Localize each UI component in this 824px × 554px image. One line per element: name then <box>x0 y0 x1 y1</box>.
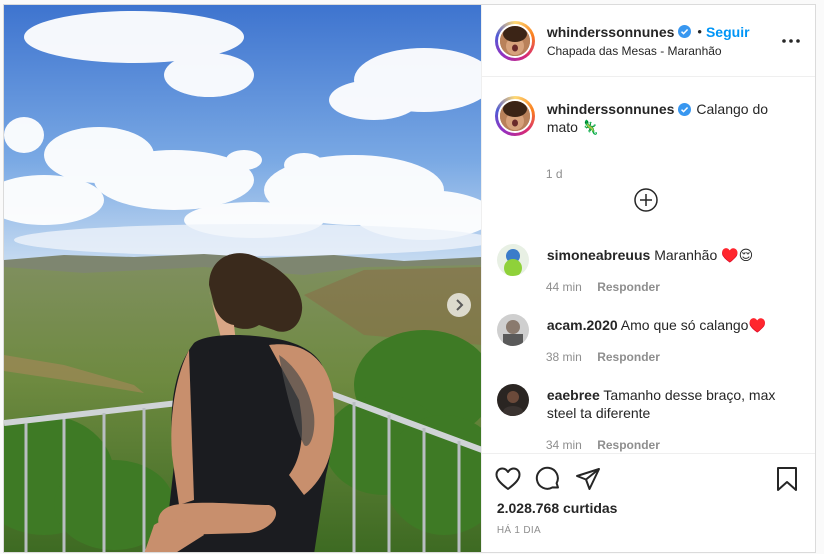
follow-button[interactable]: Seguir <box>706 24 750 40</box>
caption-time: 1 d <box>545 167 563 181</box>
header-top-row: whinderssonnunes • Seguir <box>547 24 750 40</box>
reply-button[interactable]: Responder <box>597 350 660 364</box>
comment-button[interactable] <box>535 466 561 492</box>
comment-meta: 38 min Responder <box>546 350 672 364</box>
verified-badge-icon <box>678 25 692 38</box>
comment-icon <box>535 466 559 490</box>
author-username[interactable]: whinderssonnunes <box>547 24 675 40</box>
like-button[interactable] <box>495 466 521 492</box>
comment-username[interactable]: acam.2020 <box>547 317 618 333</box>
separator-dot: • <box>697 24 702 39</box>
likes-count[interactable]: 2.028.768 curtidas <box>497 500 618 516</box>
post-actions: 2.028.768 curtidas HÁ 1 DIA <box>481 453 815 554</box>
caption-avatar <box>497 99 532 133</box>
post-header: whinderssonnunes • Seguir Chapada das Me… <box>481 5 815 77</box>
comment-item: eaebree Tamanho desse braço, max steel t… <box>495 384 795 453</box>
author-avatar-ring[interactable] <box>494 20 535 61</box>
commenter-avatar[interactable] <box>496 314 529 346</box>
reply-button[interactable]: Responder <box>597 280 660 294</box>
header-text: whinderssonnunes • Seguir Chapada das Me… <box>547 24 750 58</box>
comment-body: eaebree Tamanho desse braço, max steel t… <box>547 386 787 422</box>
comment-time: 38 min <box>545 350 582 364</box>
comment-item: acam.2020 Amo que só calango♥️ 38 min Re… <box>495 314 795 374</box>
post-side-panel: whinderssonnunes • Seguir Chapada das Me… <box>480 5 815 554</box>
comment-meta: 44 min Responder <box>546 280 672 294</box>
heart-icon <box>495 467 521 490</box>
post-location[interactable]: Chapada das Mesas - Maranhão <box>547 44 750 58</box>
more-options-button[interactable] <box>779 31 803 51</box>
comment-item: simoneabreuus Maranhão ♥️😌 44 min Respon… <box>495 244 795 304</box>
author-avatar <box>497 23 532 58</box>
instagram-post: whinderssonnunes • Seguir Chapada das Me… <box>3 4 816 553</box>
post-photo[interactable] <box>4 5 481 552</box>
reply-button[interactable]: Responder <box>597 438 660 452</box>
landscape-photo <box>4 5 481 552</box>
comment-body: simoneabreuus Maranhão ♥️😌 <box>547 246 787 264</box>
next-photo-button[interactable] <box>447 293 471 317</box>
post-timestamp[interactable]: HÁ 1 DIA <box>497 525 541 536</box>
share-icon <box>575 468 600 490</box>
caption-body: whinderssonnunes Calango do mato 🦎 <box>547 100 792 136</box>
comment-username[interactable]: eaebree <box>547 387 600 403</box>
comment-time: 34 min <box>545 438 582 452</box>
commenter-avatar[interactable] <box>496 244 529 276</box>
verified-badge-icon <box>678 103 692 116</box>
comment-time: 44 min <box>545 280 582 294</box>
comment-meta: 34 min Responder <box>546 438 672 452</box>
load-more-plus-icon[interactable] <box>633 187 659 213</box>
more-options-icon <box>782 39 800 43</box>
comment-body: acam.2020 Amo que só calango♥️ <box>547 316 787 334</box>
caption-username[interactable]: whinderssonnunes <box>547 101 675 117</box>
bookmark-icon <box>776 467 797 491</box>
save-button[interactable] <box>774 466 800 492</box>
comment-text: Amo que só calango♥️ <box>620 317 766 333</box>
comment-username[interactable]: simoneabreuus <box>547 247 650 263</box>
comments-section[interactable]: whinderssonnunes Calango do mato 🦎 1 d si… <box>482 78 815 453</box>
comment-text: Maranhão ♥️😌 <box>654 247 754 263</box>
commenter-avatar[interactable] <box>496 384 529 416</box>
next-arrow-icon <box>456 299 464 311</box>
share-button[interactable] <box>575 466 601 492</box>
caption-avatar-ring[interactable] <box>494 96 535 136</box>
